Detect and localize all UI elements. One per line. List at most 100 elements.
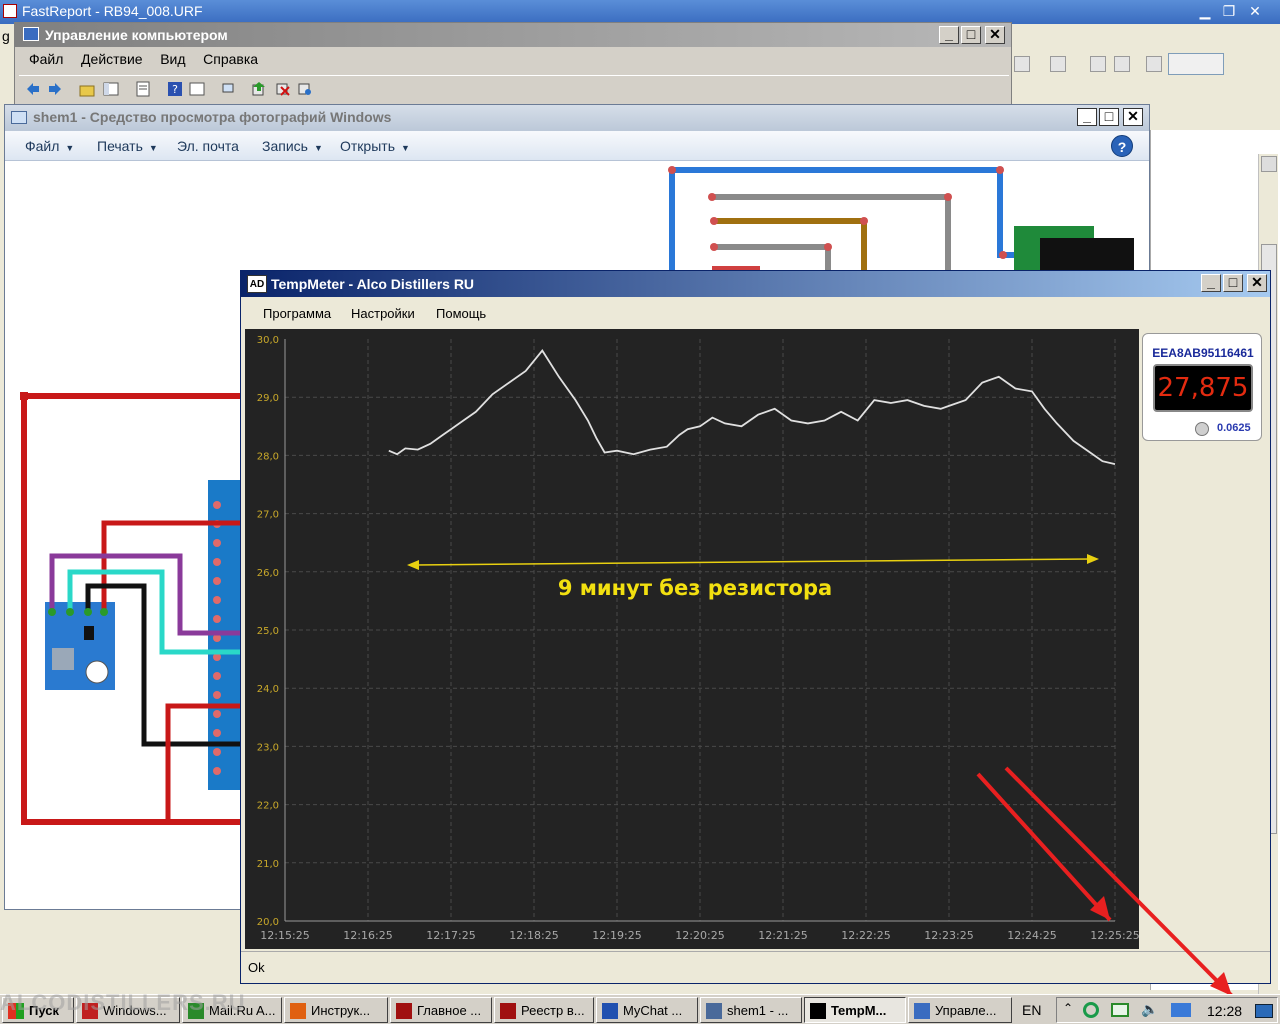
taskbar-button-label: TempM... <box>831 1003 887 1018</box>
view-icon[interactable] <box>189 81 205 97</box>
cm-menu-file[interactable]: Файл <box>29 51 63 67</box>
computer-icon <box>23 27 39 41</box>
x-tick-label: 12:16:25 <box>343 929 392 942</box>
app-icon <box>290 1003 306 1019</box>
taskbar-button[interactable]: Главное ... <box>390 997 492 1023</box>
photo-icon <box>11 111 27 124</box>
tm-menu-program[interactable]: Программа <box>263 306 331 321</box>
app-icon <box>810 1003 826 1019</box>
close-icon[interactable]: ✕ <box>985 26 1005 44</box>
app-icon <box>914 1003 930 1019</box>
fastreport-title-bar[interactable]: FastReport - RB94_008.URF ▁ ❐ ✕ <box>0 0 1280 24</box>
taskbar-button[interactable]: TempM... <box>804 997 906 1023</box>
x-tick-label: 12:17:25 <box>426 929 475 942</box>
properties-icon[interactable] <box>135 81 151 97</box>
language-indicator[interactable]: EN <box>1022 1002 1041 1018</box>
tm-menu-help[interactable]: Помощь <box>436 306 486 321</box>
cm-title-bar[interactable]: Управление компьютером _ □ ✕ <box>15 23 1011 47</box>
tm-menu-bar: Программа Настройки Помощь <box>241 299 1270 327</box>
y-tick-label: 22,0 <box>257 801 279 812</box>
computer-management-window: Управление компьютером _ □ ✕ Файл Действ… <box>14 22 1012 106</box>
minimize-icon[interactable]: _ <box>1201 274 1221 292</box>
temperature-series-line <box>388 349 1116 465</box>
back-arrow-icon[interactable] <box>25 81 41 97</box>
minimize-icon[interactable]: _ <box>939 26 959 44</box>
toolbar-tool-icon[interactable] <box>1090 56 1106 72</box>
x-tick-label: 12:21:25 <box>758 929 807 942</box>
minimize-icon[interactable]: _ <box>1077 108 1097 126</box>
tray-expand-icon[interactable]: ⌃ <box>1063 1001 1073 1015</box>
sensor-card[interactable]: EEA8AB95116461 27,875 0.0625 <box>1142 333 1262 441</box>
app-icon <box>500 1003 516 1019</box>
y-tick-label: 30,0 <box>257 335 279 346</box>
pv-title-bar[interactable]: shem1 - Средство просмотра фотографий Wi… <box>5 105 1149 131</box>
close-icon[interactable]: ✕ <box>1123 108 1143 126</box>
network-status-icon[interactable] <box>1083 1002 1099 1018</box>
tm-title: TempMeter - Alco Distillers RU <box>271 276 475 292</box>
close-icon[interactable]: ✕ <box>1244 2 1266 20</box>
mail-icon[interactable] <box>1111 1003 1129 1017</box>
pv-menu-burn[interactable]: Запись ▼ <box>262 138 323 154</box>
maximize-icon[interactable]: □ <box>1099 108 1119 126</box>
maximize-icon[interactable]: ❐ <box>1218 2 1240 20</box>
annotation-arrowhead-right <box>1087 554 1099 564</box>
minimize-icon[interactable]: ▁ <box>1194 2 1216 20</box>
y-tick-label: 21,0 <box>257 859 279 870</box>
toolbar-tool-icon[interactable] <box>1050 56 1066 72</box>
annotation-text: 9 минут без резистора <box>558 576 832 600</box>
taskbar-button[interactable]: shem1 - ... <box>700 997 802 1023</box>
cm-menu-help[interactable]: Справка <box>203 51 258 67</box>
y-tick-label: 28,0 <box>257 451 279 462</box>
pv-menu-open-label: Открыть <box>340 138 395 154</box>
tm-menu-settings[interactable]: Настройки <box>351 306 415 321</box>
monitor-icon[interactable] <box>1171 1003 1191 1017</box>
svg-text:?: ? <box>172 83 178 96</box>
y-tick-label: 24,0 <box>257 684 279 695</box>
taskbar-button[interactable]: MyChat ... <box>596 997 698 1023</box>
pv-menu-email[interactable]: Эл. почта <box>177 138 239 154</box>
help-icon[interactable]: ? <box>167 81 183 97</box>
tm-title-bar[interactable]: AD TempMeter - Alco Distillers RU _ □ ✕ <box>241 271 1270 297</box>
help-icon[interactable]: ? <box>1111 135 1133 157</box>
taskbar-button-label: Реестр в... <box>521 1003 585 1018</box>
x-tick-label: 12:18:25 <box>509 929 558 942</box>
toolbar-tool-icon[interactable] <box>1114 56 1130 72</box>
scroll-up-icon[interactable] <box>1261 156 1277 172</box>
taskbar-button-label: Управле... <box>935 1003 997 1018</box>
export-icon[interactable] <box>251 81 267 97</box>
toolbar-tool-icon[interactable] <box>1146 56 1162 72</box>
toolbar-tool-icon[interactable] <box>1014 56 1030 72</box>
up-folder-icon[interactable] <box>79 81 95 97</box>
forward-arrow-icon[interactable] <box>47 81 63 97</box>
cm-menu-action[interactable]: Действие <box>81 51 143 67</box>
delete-icon[interactable] <box>275 81 291 97</box>
cm-menu-view[interactable]: Вид <box>160 51 185 67</box>
pv-menu-open[interactable]: Открыть ▼ <box>340 138 410 154</box>
taskbar-button[interactable]: Инструк... <box>284 997 388 1023</box>
pv-menu-print[interactable]: Печать ▼ <box>97 138 158 154</box>
chevron-down-icon: ▼ <box>148 143 158 153</box>
x-tick-label: 12:20:25 <box>675 929 724 942</box>
sensor-id: EEA8AB95116461 <box>1152 346 1254 360</box>
refresh-icon[interactable] <box>297 81 313 97</box>
taskbar-button[interactable]: Управле... <box>908 997 1012 1023</box>
sensor-status-icon <box>1195 422 1209 436</box>
connect-icon[interactable] <box>221 81 237 97</box>
x-tick-label: 12:22:25 <box>841 929 890 942</box>
x-tick-label: 12:19:25 <box>592 929 641 942</box>
y-tick-label: 25,0 <box>257 626 279 637</box>
close-icon[interactable]: ✕ <box>1247 274 1267 292</box>
pv-menu-file[interactable]: Файл ▼ <box>25 138 74 154</box>
y-tick-label: 27,0 <box>257 510 279 521</box>
status-text: Ok <box>248 960 265 975</box>
console-tree-icon[interactable] <box>103 81 119 97</box>
show-desktop-icon[interactable] <box>1255 1004 1273 1018</box>
maximize-icon[interactable]: □ <box>1223 274 1243 292</box>
volume-icon[interactable]: 🔈 <box>1141 1001 1158 1018</box>
taskbar-button[interactable]: Реестр в... <box>494 997 594 1023</box>
zoom-combo[interactable] <box>1168 53 1224 75</box>
annotation-arrow-line <box>414 558 1092 566</box>
maximize-icon[interactable]: □ <box>961 26 981 44</box>
fastreport-toolbar <box>1010 50 1280 80</box>
clock[interactable]: 12:28 <box>1207 1003 1242 1019</box>
